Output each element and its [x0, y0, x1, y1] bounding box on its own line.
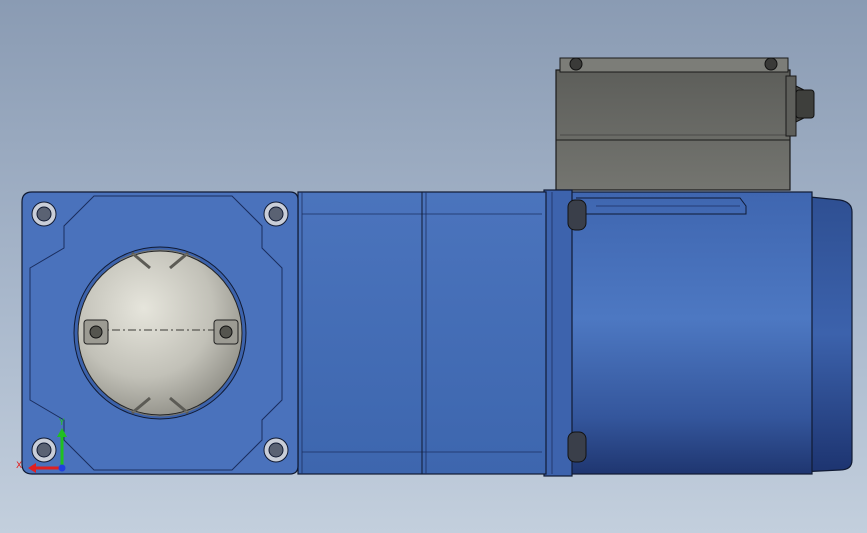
cable-gland-icon [795, 89, 815, 119]
gearbox-body[interactable] [297, 191, 547, 475]
motor-flange [543, 189, 573, 477]
motor-housing[interactable] [569, 191, 813, 475]
cad-viewport[interactable]: X Y [0, 0, 867, 533]
x-axis-label: X [16, 461, 22, 471]
gear-motor-model[interactable]: X Y [0, 0, 867, 533]
terminal-box[interactable] [555, 57, 812, 191]
y-axis-label: Y [58, 418, 65, 428]
